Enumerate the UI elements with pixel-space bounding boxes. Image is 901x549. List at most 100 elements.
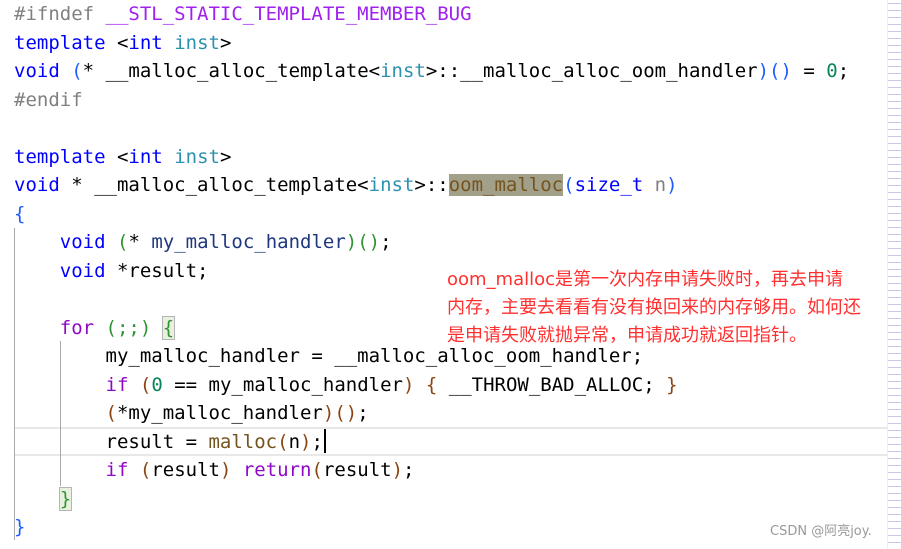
code-token: * __malloc_alloc_template< bbox=[59, 174, 369, 196]
code-token: = bbox=[791, 60, 827, 82]
code-line[interactable]: if (result) return(result); bbox=[14, 456, 849, 485]
code-token: ; bbox=[403, 459, 415, 481]
code-token: result bbox=[322, 459, 392, 481]
code-token: ( bbox=[116, 231, 129, 253]
code-line[interactable]: template <int inst> bbox=[14, 29, 849, 58]
code-token: malloc bbox=[208, 430, 278, 453]
code-token: ; bbox=[837, 60, 850, 82]
code-token: n bbox=[654, 174, 667, 196]
code-token: >::__malloc_alloc_oom_handler bbox=[425, 60, 758, 82]
code-token: > bbox=[219, 31, 232, 54]
code-token: < bbox=[105, 145, 129, 168]
code-token: for bbox=[59, 316, 95, 339]
code-token: > bbox=[219, 145, 232, 168]
code-token: } bbox=[666, 373, 678, 396]
code-token: ) bbox=[402, 373, 415, 396]
code-token: inst bbox=[174, 145, 220, 168]
code-token: void bbox=[14, 60, 60, 82]
code-token: ; bbox=[357, 402, 369, 424]
code-line[interactable]: } bbox=[14, 513, 849, 542]
code-token: { bbox=[161, 315, 176, 340]
code-token: ( bbox=[139, 373, 152, 396]
code-token: ; bbox=[380, 231, 392, 253]
code-token: *my_malloc_handler bbox=[116, 402, 323, 424]
code-line[interactable]: result = malloc(n); bbox=[14, 428, 849, 457]
code-line[interactable]: #ifndef __STL_STATIC_TEMPLATE_MEMBER_BUG bbox=[14, 0, 849, 29]
code-line[interactable]: void (* my_malloc_handler)(); bbox=[14, 228, 849, 257]
code-token: (;;) bbox=[105, 316, 152, 339]
annotation-line: oom_malloc是第一次内存申请失败时，再去申请 bbox=[447, 269, 844, 290]
code-token: * bbox=[128, 231, 152, 253]
code-line[interactable]: if (0 == my_malloc_handler) { __THROW_BA… bbox=[14, 371, 849, 400]
code-token: oom_malloc bbox=[448, 174, 564, 196]
code-line[interactable]: #endif bbox=[14, 86, 849, 115]
code-line[interactable]: } bbox=[14, 485, 849, 514]
code-line[interactable] bbox=[14, 114, 849, 143]
code-token: result bbox=[151, 459, 220, 481]
code-token: ) bbox=[300, 430, 312, 453]
code-token: inst bbox=[174, 31, 220, 54]
code-token: ( bbox=[139, 459, 152, 481]
watermark: CSDN @阿亮joy. bbox=[770, 524, 872, 539]
code-token: #endif bbox=[14, 88, 83, 111]
annotation-line: 是申请失败就抛异常，申请成功就返回指针。 bbox=[447, 325, 807, 346]
code-token: ) bbox=[666, 174, 678, 196]
code-line[interactable]: { bbox=[14, 200, 849, 229]
code-token: ( bbox=[311, 459, 323, 481]
text-caret bbox=[324, 429, 326, 453]
code-token: size_t bbox=[574, 174, 644, 196]
annotation-text: oom_malloc是第一次内存申请失败时，再去申请 内存，主要去看看有没有换回… bbox=[447, 266, 892, 350]
code-token: void bbox=[14, 174, 60, 196]
code-token: * __malloc_alloc_template< bbox=[82, 60, 381, 82]
code-token: 0 bbox=[151, 373, 163, 396]
code-token: if bbox=[105, 459, 129, 481]
code-token: )() bbox=[345, 231, 381, 253]
code-token: __STL_STATIC_TEMPLATE_MEMBER_BUG bbox=[105, 3, 472, 25]
code-token: ( bbox=[71, 60, 83, 82]
code-token: inst bbox=[380, 60, 426, 82]
code-token: __THROW_BAD_ALLOC; bbox=[437, 373, 667, 396]
code-line[interactable]: void (* __malloc_alloc_template<inst>::_… bbox=[14, 57, 849, 86]
code-token: )() bbox=[757, 60, 792, 82]
code-token: template bbox=[14, 31, 106, 54]
code-token: if bbox=[105, 373, 129, 396]
code-token: ; bbox=[311, 430, 323, 453]
code-token: void bbox=[59, 231, 106, 253]
code-token: return bbox=[242, 459, 312, 481]
code-token: void bbox=[59, 259, 106, 282]
code-token: ) bbox=[219, 459, 232, 481]
code-token: ) bbox=[391, 459, 404, 481]
code-token: #ifndef bbox=[14, 3, 106, 25]
code-token: ( bbox=[563, 174, 575, 196]
code-token: ( bbox=[277, 430, 289, 453]
code-token: ( bbox=[105, 402, 117, 424]
code-token: int bbox=[128, 31, 163, 54]
code-token: )() bbox=[322, 402, 358, 424]
code-token: < bbox=[105, 31, 129, 54]
code-line[interactable]: template <int inst> bbox=[14, 143, 849, 172]
code-line[interactable]: void * __malloc_alloc_template<inst>::oo… bbox=[14, 171, 849, 200]
code-token: n bbox=[288, 430, 301, 453]
code-token: { bbox=[425, 373, 438, 396]
code-token: *result; bbox=[105, 259, 209, 282]
code-token: 0 bbox=[826, 60, 838, 82]
code-token: my_malloc_handler bbox=[151, 231, 346, 253]
code-line[interactable]: (*my_malloc_handler)(); bbox=[14, 399, 849, 428]
code-token: int bbox=[128, 145, 163, 168]
scrollbar-minimap[interactable] bbox=[887, 0, 901, 549]
